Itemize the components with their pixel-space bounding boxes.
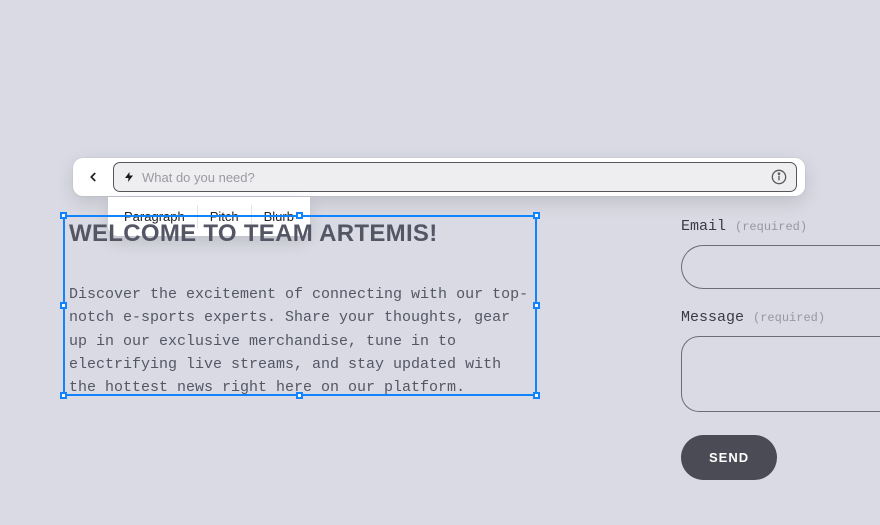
search-input[interactable]	[142, 170, 764, 185]
chevron-left-icon	[86, 170, 100, 184]
resize-handle-top-right[interactable]	[533, 212, 540, 219]
command-bar	[73, 158, 805, 196]
email-required-indicator: (required)	[735, 220, 807, 234]
message-label-text: Message	[681, 309, 744, 326]
email-label-text: Email	[681, 218, 726, 235]
selected-text-block[interactable]: WELCOME TO TEAM ARTEMIS! Discover the ex…	[69, 220, 534, 399]
email-field[interactable]	[681, 245, 880, 289]
message-label: Message (required)	[681, 309, 880, 326]
content-body: Discover the excitement of connecting wi…	[69, 283, 534, 399]
info-icon[interactable]	[770, 168, 788, 186]
contact-form: Email (required) Message (required) SEND	[681, 218, 880, 480]
resize-handle-bottom-left[interactable]	[60, 392, 67, 399]
email-label: Email (required)	[681, 218, 880, 235]
lightning-icon	[122, 170, 136, 184]
message-required-indicator: (required)	[753, 311, 825, 325]
resize-handle-bottom-right[interactable]	[533, 392, 540, 399]
resize-handle-middle-left[interactable]	[60, 302, 67, 309]
resize-handle-top-left[interactable]	[60, 212, 67, 219]
content-heading: WELCOME TO TEAM ARTEMIS!	[69, 220, 534, 248]
search-input-wrapper	[113, 162, 797, 192]
back-button[interactable]	[81, 165, 105, 189]
resize-handle-middle-right[interactable]	[533, 302, 540, 309]
send-button[interactable]: SEND	[681, 435, 777, 480]
message-field[interactable]	[681, 336, 880, 412]
